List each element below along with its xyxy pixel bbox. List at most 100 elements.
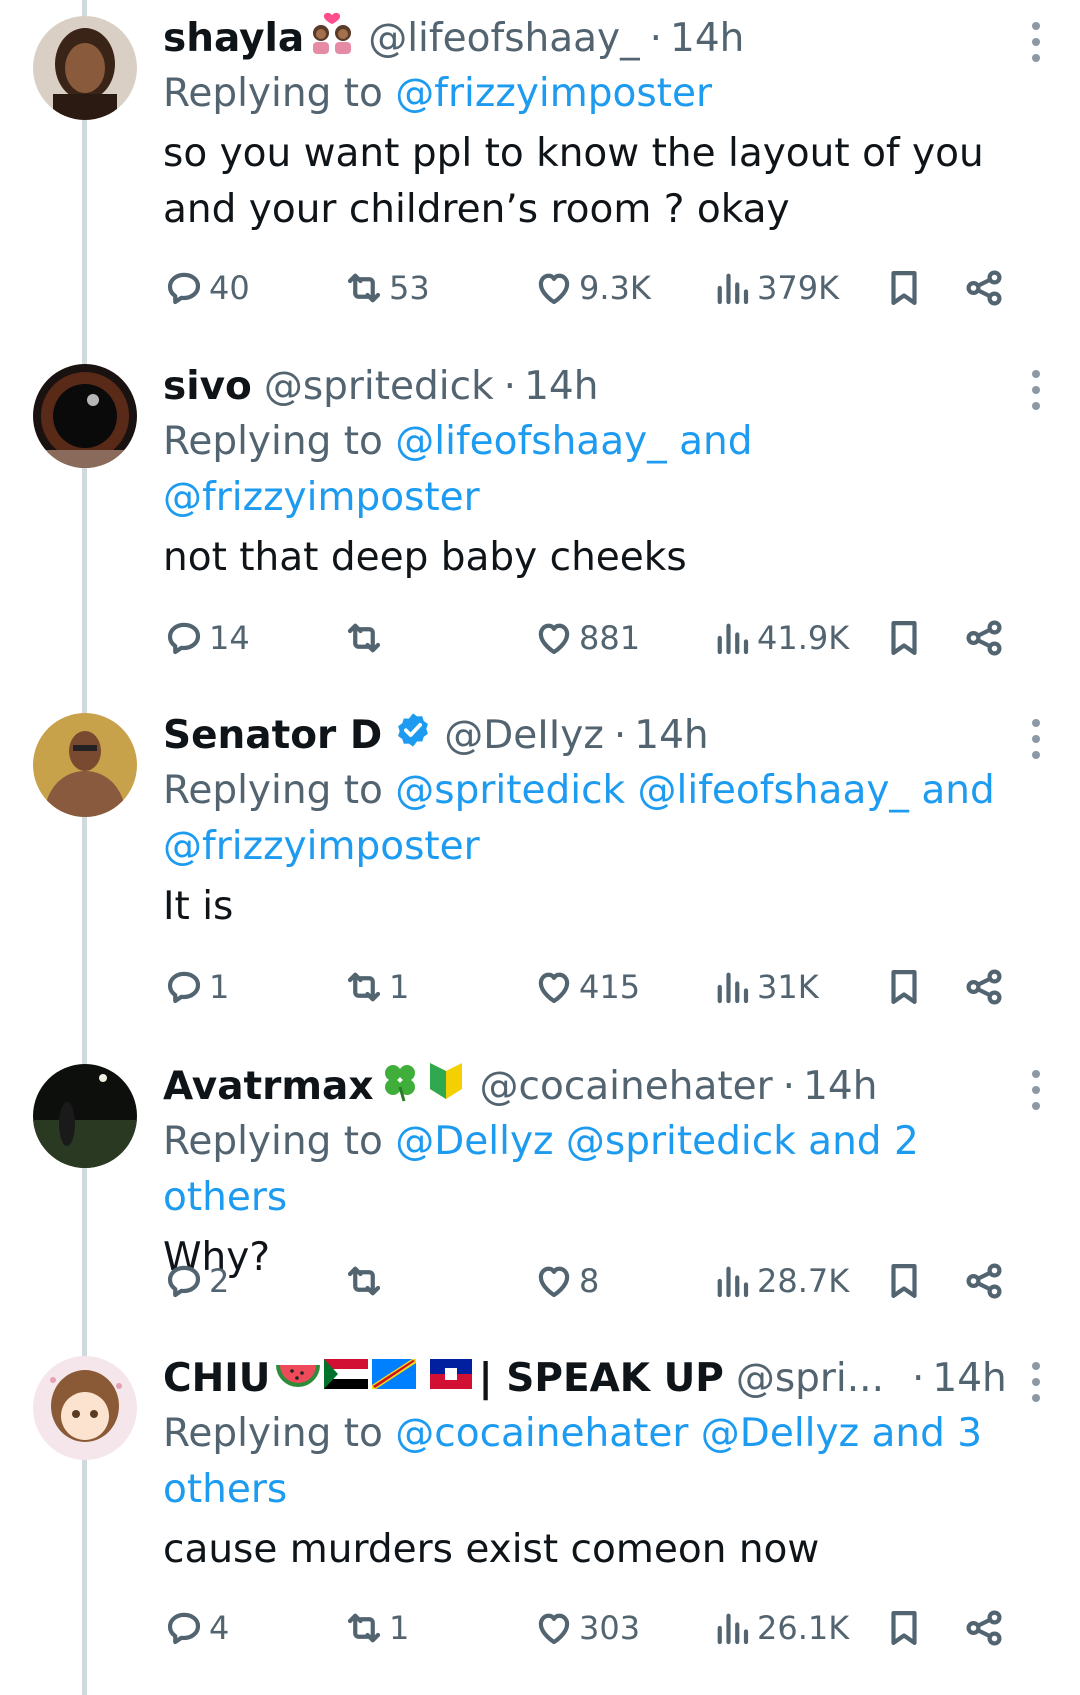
views-button[interactable]: 28.7K (711, 1256, 849, 1306)
like-button[interactable]: 881 (533, 613, 640, 663)
more-options-icon[interactable] (1030, 1070, 1042, 1110)
avatar[interactable] (33, 16, 137, 120)
views-button[interactable]: 26.1K (711, 1603, 849, 1653)
reply-button[interactable]: 1 (163, 962, 229, 1012)
replying-to-links-continued[interactable]: others (163, 1467, 287, 1512)
views-icon (717, 1613, 749, 1645)
reply-icon (167, 971, 201, 1004)
replying-to-links[interactable]: @spritedick @lifeofshaay_ and (395, 768, 994, 813)
action-bar: 14 881 41.9K (163, 613, 1043, 663)
action-bar: 2 8 28.7K (163, 1256, 1043, 1306)
like-count: 303 (579, 1609, 641, 1647)
replying-to: Replying to @Dellyz @spritedick and 2 ot… (163, 1114, 1050, 1226)
separator-dot: · (649, 15, 663, 61)
bookmark-icon (891, 1611, 917, 1645)
like-button[interactable]: 303 (533, 1603, 640, 1653)
display-name[interactable]: sivo (163, 364, 252, 409)
reply-button[interactable]: 14 (163, 613, 250, 663)
share-button[interactable] (963, 1256, 1005, 1306)
timestamp[interactable]: 14h (634, 713, 708, 758)
display-name-suffix[interactable]: | SPEAK UP (478, 1356, 723, 1401)
avatar[interactable] (33, 1356, 137, 1460)
share-button[interactable] (963, 962, 1005, 1012)
more-options-icon[interactable] (1030, 719, 1042, 759)
handle[interactable]: @cocainehater (480, 1064, 773, 1109)
separator-dot: · (911, 1355, 925, 1401)
views-button[interactable]: 379K (711, 263, 839, 313)
reply-button[interactable]: 40 (163, 263, 250, 313)
display-name[interactable]: Senator D (163, 713, 382, 758)
retweet-button[interactable] (343, 1256, 389, 1306)
bookmark-button[interactable] (883, 1603, 925, 1653)
retweet-button[interactable]: 53 (343, 263, 430, 313)
reply-count: 14 (209, 619, 250, 657)
replying-to: Replying to @lifeofshaay_ and @frizzyimp… (163, 414, 1050, 526)
avatar[interactable] (33, 364, 137, 468)
retweet-button[interactable] (343, 613, 389, 663)
more-options-icon[interactable] (1030, 1362, 1042, 1402)
share-icon (966, 270, 1002, 306)
views-button[interactable]: 41.9K (711, 613, 849, 663)
reply-button[interactable]: 4 (163, 1603, 229, 1653)
bookmark-button[interactable] (883, 962, 925, 1012)
like-button[interactable]: 8 (533, 1256, 599, 1306)
replying-to-links-continued[interactable]: @frizzyimposter (163, 475, 480, 520)
retweet-icon (347, 972, 381, 1002)
tweet-text: not that deep baby cheeks (163, 535, 687, 580)
bookmark-icon (891, 621, 917, 655)
reply-count: 1 (209, 968, 230, 1006)
display-name[interactable]: shayla (163, 16, 304, 61)
retweet-button[interactable]: 1 (343, 962, 409, 1012)
handle[interactable]: @lifeofshaay_ (368, 16, 639, 61)
tweet-text: so you want ppl to know the layout of yo… (163, 131, 984, 232)
retweet-button[interactable]: 1 (343, 1603, 409, 1653)
handle[interactable]: @DeIIyz (444, 713, 604, 758)
retweet-count: 1 (389, 968, 410, 1006)
view-count: 26.1K (757, 1609, 850, 1647)
replying-to-links-continued[interactable]: @frizzyimposter (163, 824, 480, 869)
handle[interactable]: @spritedick (264, 364, 494, 409)
heart-icon (538, 1613, 570, 1645)
bookmark-button[interactable] (883, 263, 925, 313)
replying-to-links[interactable]: @frizzyimposter (395, 71, 712, 116)
tweet-text: cause murders exist comeon now (163, 1527, 820, 1572)
retweet-icon (347, 1266, 381, 1296)
action-bar: 4 1 303 26.1K (163, 1603, 1043, 1653)
replying-to-links[interactable]: @lifeofshaay_ and (395, 419, 752, 464)
handle[interactable]: @spri... (736, 1356, 884, 1401)
views-button[interactable]: 31K (711, 962, 819, 1012)
avatar[interactable] (33, 1064, 137, 1168)
display-name[interactable]: Avatrmax (163, 1064, 374, 1109)
share-button[interactable] (963, 263, 1005, 313)
like-button[interactable]: 9.3K (533, 263, 651, 313)
reply-icon (167, 1265, 201, 1298)
replying-to-links[interactable]: @cocainehater @Dellyz and 3 (395, 1411, 982, 1456)
retweet-count: 1 (389, 1609, 410, 1647)
separator-dot: · (782, 1063, 796, 1109)
display-name[interactable]: CHIU (163, 1356, 270, 1401)
reply-icon (167, 622, 201, 655)
like-button[interactable]: 415 (533, 962, 640, 1012)
reply-count: 40 (209, 269, 250, 307)
share-icon (966, 1263, 1002, 1299)
timestamp[interactable]: 14h (932, 1356, 1006, 1401)
bookmark-button[interactable] (883, 1256, 925, 1306)
bookmark-button[interactable] (883, 613, 925, 663)
more-options-icon[interactable] (1030, 22, 1042, 62)
replying-to: Replying to @frizzyimposter (163, 66, 1050, 122)
couple-with-heart-emoji (308, 11, 356, 65)
retweet-icon (347, 623, 381, 653)
avatar[interactable] (33, 713, 137, 817)
reply-icon (167, 272, 201, 305)
verified-badge-icon (394, 711, 432, 759)
reply-button[interactable]: 2 (163, 1256, 229, 1306)
timestamp[interactable]: 14h (670, 16, 744, 61)
share-button[interactable] (963, 1603, 1005, 1653)
heart-icon (538, 972, 570, 1004)
timestamp[interactable]: 14h (803, 1064, 877, 1109)
more-options-icon[interactable] (1030, 370, 1042, 410)
views-icon (717, 273, 749, 305)
separator-dot: · (503, 363, 517, 409)
timestamp[interactable]: 14h (524, 364, 598, 409)
share-button[interactable] (963, 613, 1005, 663)
